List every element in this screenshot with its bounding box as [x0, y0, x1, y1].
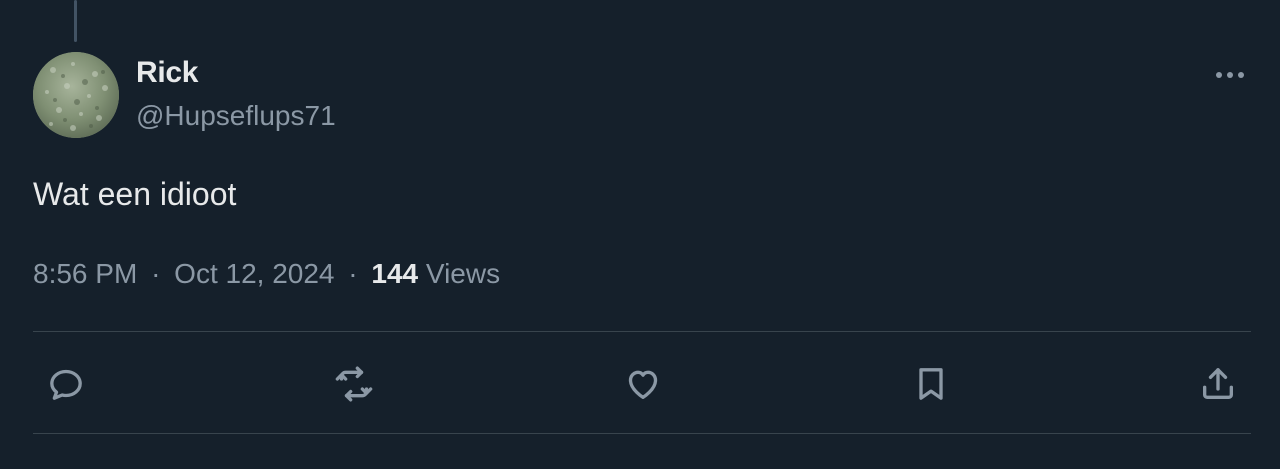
avatar-image — [33, 52, 119, 138]
heart-icon — [628, 370, 658, 399]
share-icon — [1203, 368, 1233, 399]
tweet-time[interactable]: 8:56 PM — [33, 258, 137, 289]
reply-button[interactable] — [42, 360, 90, 408]
reply-icon — [50, 369, 82, 400]
tweet-metadata: 8:56 PM · Oct 12, 2024 · 144 Views — [33, 256, 500, 292]
tweet-text: Wat een idioot — [33, 176, 237, 212]
avatar[interactable] — [33, 52, 119, 138]
tweet-date[interactable]: Oct 12, 2024 — [174, 258, 334, 289]
like-button[interactable] — [619, 360, 667, 408]
retweet-icon — [335, 366, 373, 402]
views-count: 144 — [371, 258, 419, 289]
display-name[interactable]: Rick — [136, 56, 198, 90]
more-horizontal-icon — [1214, 72, 1247, 78]
views-label: Views — [425, 258, 501, 289]
retweet-button[interactable] — [330, 360, 378, 408]
bookmark-button[interactable] — [907, 360, 955, 408]
divider-top — [33, 331, 1251, 332]
separator: · — [151, 258, 161, 289]
more-options-button[interactable] — [1206, 58, 1254, 92]
divider-bottom — [33, 433, 1251, 434]
thread-connector-line — [74, 0, 77, 42]
bookmark-icon — [919, 368, 943, 400]
share-button[interactable] — [1194, 360, 1242, 408]
separator: · — [348, 258, 358, 289]
user-handle[interactable]: @Hupseflups71 — [136, 99, 336, 133]
